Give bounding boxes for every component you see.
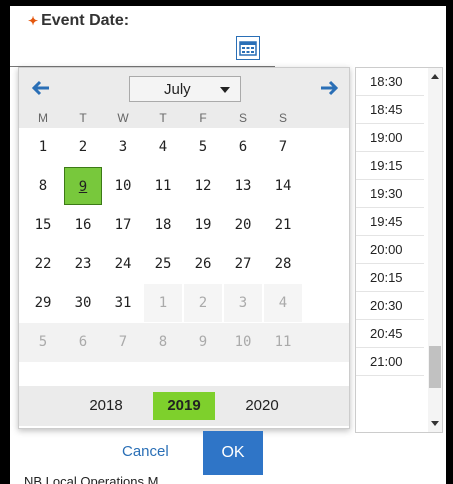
- day-cell-other-month[interactable]: 3: [224, 284, 262, 322]
- scrollbar-thumb[interactable]: [429, 346, 441, 388]
- week-row: 8 9 10 11 12 13 14: [19, 167, 349, 206]
- time-option[interactable]: 21:00: [356, 348, 424, 376]
- year-option[interactable]: 2020: [231, 392, 293, 420]
- day-cell[interactable]: 6: [224, 128, 262, 166]
- day-cell[interactable]: 7: [264, 128, 302, 166]
- day-cell-other-month[interactable]: 6: [64, 323, 102, 361]
- day-cell[interactable]: 29: [24, 284, 62, 322]
- time-option[interactable]: 20:45: [356, 320, 424, 348]
- weekday-header: M T W T F S S: [19, 108, 349, 128]
- ok-button[interactable]: OK: [203, 431, 263, 475]
- day-cell-other-month[interactable]: 9: [184, 323, 222, 361]
- scroll-up-icon[interactable]: [431, 74, 439, 79]
- time-option[interactable]: 19:45: [356, 208, 424, 236]
- day-cell-other-month[interactable]: 10: [224, 323, 262, 361]
- arrow-right-icon: [321, 80, 338, 96]
- week-row: 15 16 17 18 19 20 21: [19, 206, 349, 245]
- time-option[interactable]: 20:30: [356, 292, 424, 320]
- picker-actions: Cancel OK: [10, 431, 350, 475]
- weekday-label: M: [38, 111, 48, 125]
- day-cell[interactable]: 23: [64, 245, 102, 283]
- time-option[interactable]: 19:30: [356, 180, 424, 208]
- week-row: 29 30 31 1 2 3 4: [19, 284, 349, 323]
- date-picker: July M T W T F S S 1 2 3 4 5 6 7 8 9 10 …: [18, 67, 350, 429]
- day-cell[interactable]: 21: [264, 206, 302, 244]
- day-cell[interactable]: 5: [184, 128, 222, 166]
- day-cell[interactable]: 4: [144, 128, 182, 166]
- day-cell[interactable]: 1: [24, 128, 62, 166]
- day-cell[interactable]: 2: [64, 128, 102, 166]
- month-select-value: July: [164, 80, 191, 98]
- arrow-left-icon: [32, 80, 49, 96]
- day-cell[interactable]: 12: [184, 167, 222, 205]
- next-field-label: NB Local Operations M...: [24, 474, 170, 484]
- day-cell[interactable]: 11: [144, 167, 182, 205]
- day-cell[interactable]: 27: [224, 245, 262, 283]
- year-selector: 2018 2019 2020: [19, 386, 349, 426]
- event-date-label: ✦ Event Date:: [28, 12, 129, 30]
- time-option[interactable]: 20:15: [356, 264, 424, 292]
- time-option[interactable]: 18:45: [356, 96, 424, 124]
- month-nav: July: [19, 68, 349, 108]
- cancel-button[interactable]: Cancel: [122, 443, 169, 460]
- weekday-label: T: [79, 111, 87, 125]
- calendar-icon[interactable]: [236, 36, 260, 60]
- day-cell[interactable]: 26: [184, 245, 222, 283]
- time-list[interactable]: 18:30 18:45 19:00 19:15 19:30 19:45 20:0…: [355, 67, 443, 433]
- time-option[interactable]: 20:00: [356, 236, 424, 264]
- prev-month-button[interactable]: [29, 78, 53, 98]
- day-cell[interactable]: 18: [144, 206, 182, 244]
- week-row: 22 23 24 25 26 27 28: [19, 245, 349, 284]
- day-cell-other-month[interactable]: 1: [144, 284, 182, 322]
- weekday-label: W: [117, 111, 129, 125]
- day-cell[interactable]: 17: [104, 206, 142, 244]
- day-cell-other-month[interactable]: 7: [104, 323, 142, 361]
- next-month-button[interactable]: [317, 78, 341, 98]
- scroll-down-icon[interactable]: [431, 421, 439, 426]
- day-cell[interactable]: 8: [24, 167, 62, 205]
- day-cell[interactable]: 3: [104, 128, 142, 166]
- week-row: 1 2 3 4 5 6 7: [19, 128, 349, 167]
- event-date-label-text: Event Date:: [41, 12, 130, 29]
- day-grid: 1 2 3 4 5 6 7 8 9 10 11 12 13 14 15 16 1…: [19, 128, 349, 362]
- day-cell-other-month[interactable]: 8: [144, 323, 182, 361]
- time-option[interactable]: 19:15: [356, 152, 424, 180]
- required-icon: ✦: [28, 14, 39, 28]
- day-cell[interactable]: 31: [104, 284, 142, 322]
- day-cell[interactable]: 20: [224, 206, 262, 244]
- week-row: 5 6 7 8 9 10 11: [19, 323, 349, 362]
- chevron-down-icon: [220, 87, 230, 93]
- day-cell[interactable]: 25: [144, 245, 182, 283]
- day-cell-other-month[interactable]: 2: [184, 284, 222, 322]
- day-cell[interactable]: 16: [64, 206, 102, 244]
- day-cell-other-month[interactable]: 11: [264, 323, 302, 361]
- day-cell[interactable]: 30: [64, 284, 102, 322]
- weekday-label: T: [159, 111, 167, 125]
- day-cell-other-month[interactable]: 5: [24, 323, 62, 361]
- time-option[interactable]: 19:00: [356, 124, 424, 152]
- time-list-scrollbar[interactable]: [428, 68, 442, 432]
- day-cell-other-month[interactable]: 4: [264, 284, 302, 322]
- event-date-widget: ✦ Event Date: July M T W T F S S 1 2 3 4…: [10, 6, 446, 484]
- month-select[interactable]: July: [129, 76, 241, 102]
- day-cell[interactable]: 14: [264, 167, 302, 205]
- day-cell-selected[interactable]: 9: [64, 167, 102, 205]
- day-cell[interactable]: 10: [104, 167, 142, 205]
- year-option-selected[interactable]: 2019: [153, 392, 215, 420]
- weekday-label: S: [278, 111, 287, 125]
- day-cell[interactable]: 28: [264, 245, 302, 283]
- year-option[interactable]: 2018: [75, 392, 137, 420]
- day-cell[interactable]: 13: [224, 167, 262, 205]
- weekday-label: F: [199, 111, 207, 125]
- day-cell[interactable]: 22: [24, 245, 62, 283]
- day-cell[interactable]: 19: [184, 206, 222, 244]
- time-option[interactable]: 18:30: [356, 68, 424, 96]
- day-cell[interactable]: 24: [104, 245, 142, 283]
- day-cell[interactable]: 15: [24, 206, 62, 244]
- weekday-label: S: [238, 111, 247, 125]
